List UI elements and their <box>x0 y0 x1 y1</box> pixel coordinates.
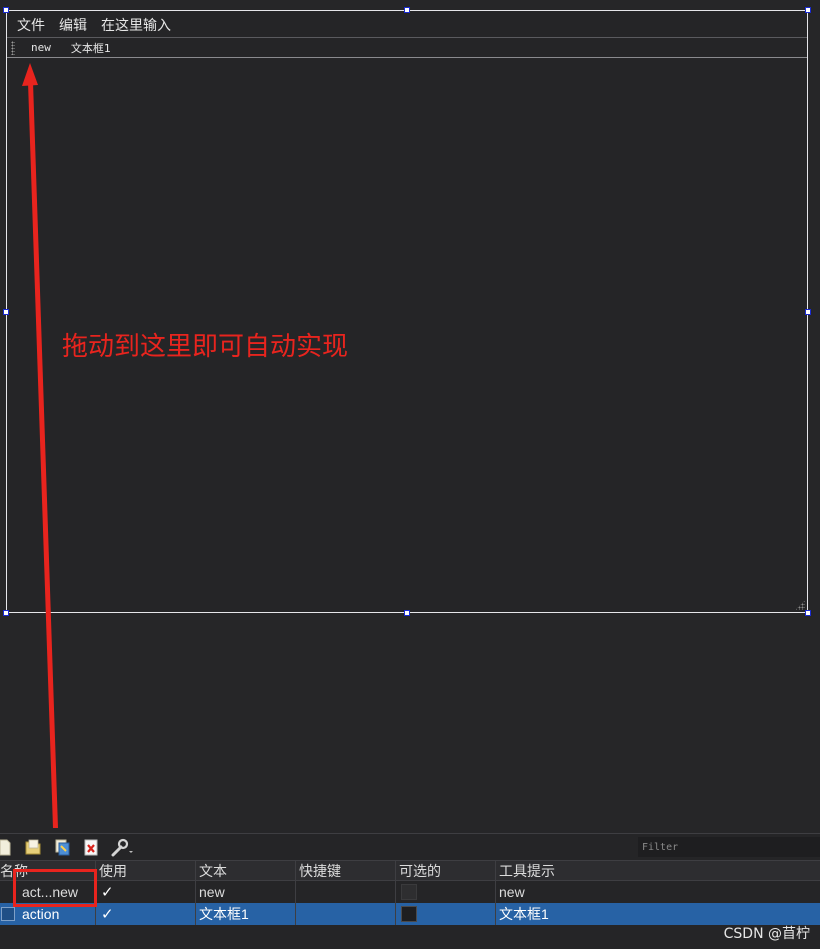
cell-tooltip[interactable]: 文本框1 <box>496 903 820 925</box>
form-canvas[interactable]: 文件 编辑 在这里输入 new 文本框1 <box>6 10 808 613</box>
menu-item-file[interactable]: 文件 <box>17 15 45 35</box>
table-row[interactable]: act...new ✓ new new <box>0 881 820 903</box>
action-editor-panel: 名称 使用 文本 快捷键 可选的 工具提示 act...new ✓ new ne… <box>0 833 820 949</box>
resize-grip-icon[interactable] <box>795 600 805 610</box>
action-row-icon <box>1 907 15 921</box>
designer-window: 文件 编辑 在这里输入 new 文本框1 拖动到这里即可自动实现 Filter … <box>0 0 820 949</box>
toolbar-grip-handle[interactable] <box>11 40 15 55</box>
cell-name[interactable]: act...new <box>0 881 96 903</box>
properties-wrench-icon[interactable] <box>110 837 133 857</box>
copy-action-icon[interactable] <box>52 837 72 857</box>
resize-handle-top-left[interactable] <box>3 7 9 13</box>
resize-handle-top-center[interactable] <box>404 7 410 13</box>
check-icon: ✓ <box>101 884 114 901</box>
cell-text[interactable]: 文本框1 <box>196 903 296 925</box>
column-header-used[interactable]: 使用 <box>96 861 196 880</box>
annotation-text: 拖动到这里即可自动实现 <box>62 332 349 362</box>
cell-used[interactable]: ✓ <box>96 903 196 925</box>
open-folder-icon[interactable] <box>23 837 43 857</box>
column-header-name[interactable]: 名称 <box>0 861 96 880</box>
cell-checkable[interactable] <box>396 881 496 903</box>
filter-input[interactable] <box>638 837 820 857</box>
watermark: CSDN @苜柠 <box>723 926 810 942</box>
table-row-selected[interactable]: action ✓ 文本框1 文本框1 <box>0 903 820 925</box>
resize-handle-middle-left[interactable] <box>3 309 9 315</box>
cell-text[interactable]: new <box>196 881 296 903</box>
menu-bar: 文件 编辑 在这里输入 <box>7 12 807 38</box>
resize-handle-bottom-left[interactable] <box>3 610 9 616</box>
resize-handle-bottom-right[interactable] <box>805 610 811 616</box>
cell-shortcut[interactable] <box>296 881 396 903</box>
action-editor-toolbar <box>0 834 820 860</box>
cell-name-text: action <box>22 906 60 922</box>
form-toolbar: new 文本框1 <box>7 38 807 58</box>
column-header-checkable[interactable]: 可选的 <box>396 861 496 880</box>
cell-used[interactable]: ✓ <box>96 881 196 903</box>
cell-name[interactable]: action <box>0 903 96 925</box>
cell-tooltip[interactable]: new <box>496 881 820 903</box>
new-action-icon[interactable] <box>0 837 14 857</box>
resize-handle-bottom-center[interactable] <box>404 610 410 616</box>
table-header: 名称 使用 文本 快捷键 可选的 工具提示 <box>0 860 820 881</box>
toolbar-action-new[interactable]: new <box>31 41 51 54</box>
menu-item-edit[interactable]: 编辑 <box>59 15 87 35</box>
checkable-checkbox[interactable] <box>401 884 417 900</box>
delete-action-icon[interactable] <box>81 837 101 857</box>
action-table: 名称 使用 文本 快捷键 可选的 工具提示 act...new ✓ new ne… <box>0 860 820 925</box>
resize-handle-middle-right[interactable] <box>805 309 811 315</box>
cell-checkable[interactable] <box>396 903 496 925</box>
toolbar-action-textbox1[interactable]: 文本框1 <box>71 40 111 56</box>
resize-handle-top-right[interactable] <box>805 7 811 13</box>
column-header-text[interactable]: 文本 <box>196 861 296 880</box>
checkable-checkbox[interactable] <box>401 906 417 922</box>
column-header-tooltip[interactable]: 工具提示 <box>496 861 820 880</box>
column-header-shortcut[interactable]: 快捷键 <box>296 861 396 880</box>
check-icon: ✓ <box>101 906 114 923</box>
cell-shortcut[interactable] <box>296 903 396 925</box>
menu-item-type-here[interactable]: 在这里输入 <box>101 15 171 35</box>
cell-name-text: act...new <box>22 884 79 900</box>
